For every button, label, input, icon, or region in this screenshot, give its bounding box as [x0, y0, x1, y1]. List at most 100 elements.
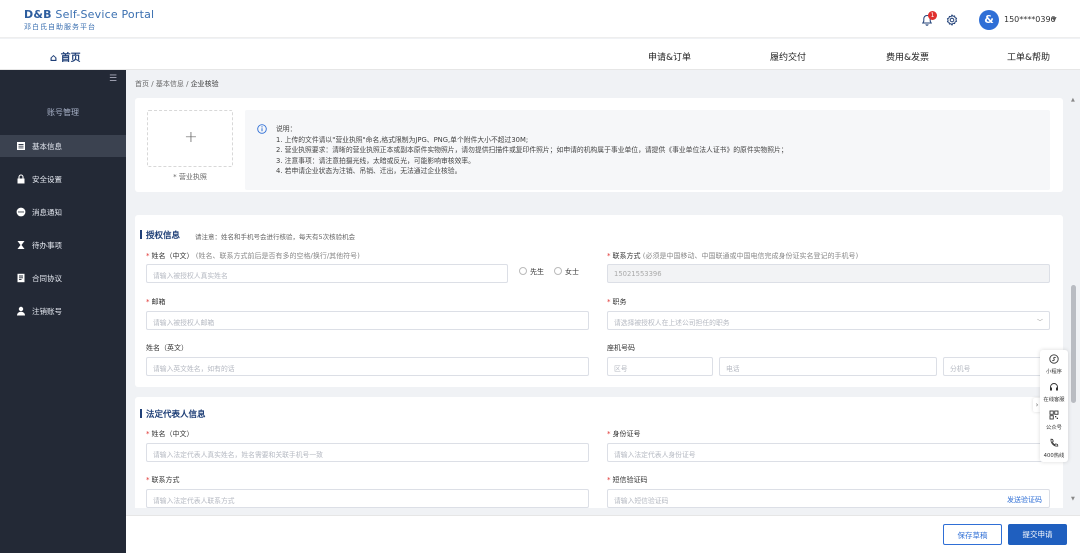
auth-phone-input[interactable]: 15021553396	[607, 264, 1050, 283]
sidebar-item-deactivate[interactable]: 注销账号	[0, 300, 126, 322]
note-line: 说明：	[276, 125, 297, 133]
sidebar-item-notifications[interactable]: 消息通知	[0, 201, 126, 223]
document-icon	[17, 142, 25, 150]
upload-card: + * 营业执照 说明： 1. 上传的文件请以"营业执照"命名,格式限制为JPG…	[135, 98, 1063, 192]
legal-contact-input[interactable]: 请输入法定代表人联系方式	[146, 489, 589, 508]
sidebar-item-label: 注销账号	[32, 307, 62, 316]
email-label: * 邮箱	[146, 298, 166, 306]
phone-icon	[1050, 438, 1059, 447]
contract-icon	[17, 273, 25, 283]
avatar[interactable]: &	[979, 10, 999, 30]
breadcrumb-home[interactable]: 首页	[135, 80, 149, 88]
breadcrumb-basic-info[interactable]: 基本信息	[156, 80, 184, 88]
hourglass-icon	[17, 241, 25, 249]
logo-brand: D&B	[24, 8, 52, 21]
scrollbar[interactable]: ▲ ▼	[1071, 97, 1076, 503]
legal-section-title: 法定代表人信息	[140, 409, 206, 420]
scroll-down-icon[interactable]: ▼	[1071, 496, 1075, 502]
home-icon: ⌂	[50, 53, 58, 64]
chat-icon	[16, 207, 26, 217]
telephone-input[interactable]: 电话	[719, 357, 937, 376]
chevron-down-icon[interactable]: ▼	[1052, 16, 1057, 23]
en-name-label: 姓名（英文）	[146, 344, 188, 352]
sms-code-label: * 短信验证码	[607, 476, 648, 484]
float-item-miniprogram[interactable]: 小程序	[1040, 350, 1068, 378]
plus-icon: +	[184, 127, 198, 146]
lock-icon	[17, 174, 25, 184]
auth-section-title: 授权信息	[139, 230, 181, 241]
sidebar-section-title: 账号管理	[47, 108, 79, 117]
user-icon	[17, 306, 25, 316]
logo-subtitle: 邓白氏自助服务平台	[24, 23, 96, 31]
legal-contact-label: * 联系方式	[146, 476, 180, 484]
breadcrumb-current: 企业核验	[190, 80, 219, 88]
position-label: * 职务	[607, 298, 627, 306]
sidebar-item-contracts[interactable]: 合同协议	[0, 267, 126, 289]
notification-badge: 1	[928, 11, 937, 20]
headset-icon	[1050, 383, 1058, 391]
legal-name-label: * 姓名（中文）	[146, 430, 194, 438]
gear-icon[interactable]	[946, 14, 958, 26]
nav-tickets-help[interactable]: 工单&帮助	[1007, 50, 1050, 63]
instructions-box: 说明： 1. 上传的文件请以"营业执照"命名,格式限制为JPG、PNG,单个附件…	[245, 110, 1050, 190]
legal-name-input[interactable]: 请输入法定代表人真实姓名，姓名需要和关联手机号一致	[146, 443, 589, 462]
info-icon	[257, 124, 267, 134]
note-line: 3. 注意事项：请注意拍摄光线，太暗或反光，可能影响审核效率。	[276, 156, 475, 165]
submit-button[interactable]: 提交申请	[1008, 524, 1067, 545]
auth-info-card: 授权信息 请注意：姓名和手机号会进行核验，每天有5次核验机会 * 姓名（中文） (…	[135, 215, 1063, 387]
top-bar: D&B Self-Sevice Portal 邓白氏自助服务平台 1 & 150…	[0, 0, 1080, 38]
logo[interactable]: D&B Self-Sevice Portal 邓白氏自助服务平台	[24, 8, 154, 32]
float-service-panel: 小程序 在线客服 公众号 400热线	[1040, 350, 1068, 462]
note-line: 1. 上传的文件请以"营业执照"命名,格式限制为JPG、PNG,单个附件大小不超…	[276, 135, 529, 144]
sidebar-item-label: 合同协议	[32, 274, 62, 283]
float-item-hotline[interactable]: 400热线	[1040, 434, 1068, 462]
sidebar-item-label: 基本信息	[32, 142, 62, 151]
float-item-wechat-account[interactable]: 公众号	[1040, 406, 1068, 434]
logo-text: Self-Sevice Portal	[51, 8, 155, 21]
nav-fees-invoices[interactable]: 费用&发票	[886, 50, 929, 63]
note-line: 2. 营业执照要求：清晰的营业执照正本或副本原件实物照片，请勿提供扫描件或复印件…	[276, 146, 788, 154]
sidebar-item-label: 待办事项	[32, 241, 62, 250]
bottom-action-bar: 保存草稿 提交申请	[126, 515, 1080, 553]
note-line: 4. 若申请企业状态为注销、吊销、迁出，无法通过企业核验。	[276, 167, 462, 175]
auth-section-tip: 请注意：姓名和手机号会进行核验，每天有5次核验机会	[195, 233, 356, 241]
auth-name-input[interactable]: 请输入被授权人真实姓名	[146, 264, 508, 283]
menu-toggle-icon[interactable]: ☰	[109, 74, 117, 84]
id-number-input[interactable]: 请输入法定代表人身份证号	[607, 443, 1050, 462]
sidebar-item-label: 消息通知	[32, 208, 62, 217]
landline-label: 座机号码	[607, 344, 635, 352]
sidebar-item-security[interactable]: 安全设置	[0, 168, 126, 190]
sidebar-item-basic-info[interactable]: 基本信息	[0, 135, 126, 157]
save-draft-button[interactable]: 保存草稿	[943, 524, 1002, 545]
main-nav: ⌂ 首页 申请&订单 履约交付 费用&发票 工单&帮助	[0, 39, 1080, 70]
legal-rep-card: 法定代表人信息 * 姓名（中文） 请输入法定代表人真实姓名，姓名需要和关联手机号一…	[135, 397, 1063, 508]
scroll-up-icon[interactable]: ▲	[1071, 97, 1075, 103]
position-select[interactable]: 请选择被授权人在上述公司担任的职务 ﹀	[607, 311, 1050, 330]
nav-delivery[interactable]: 履约交付	[770, 50, 806, 63]
sidebar: ☰ 账号管理 基本信息 安全设置 消息通知 待办事项 合同协议 注销账号	[0, 70, 126, 553]
auth-en-name-input[interactable]: 请输入英文姓名，如有的话	[146, 357, 589, 376]
main-content[interactable]: + * 营业执照 说明： 1. 上传的文件请以"营业执照"命名,格式限制为JPG…	[135, 98, 1063, 508]
nav-applications-orders[interactable]: 申请&订单	[648, 50, 691, 63]
user-phone[interactable]: 150****0396	[1004, 15, 1056, 24]
float-item-online-service[interactable]: 在线客服	[1040, 378, 1068, 406]
license-upload-box[interactable]: +	[147, 110, 233, 167]
sidebar-item-todos[interactable]: 待办事项	[0, 234, 126, 256]
gender-female-radio[interactable]: 女士	[554, 267, 579, 277]
id-number-label: * 身份证号	[607, 430, 641, 438]
name-cn-label: * 姓名（中文） (姓名、联系方式前后是否有多的空格/换行/其他符号)	[146, 252, 360, 260]
extension-input[interactable]: 分机号	[943, 357, 1050, 376]
scrollbar-thumb[interactable]	[1071, 285, 1076, 403]
gender-male-radio[interactable]: 先生	[519, 267, 544, 277]
area-code-input[interactable]: 区号	[607, 357, 713, 376]
sms-code-input[interactable]: 请输入短信验证码 发送验证码	[607, 489, 1050, 508]
nav-home[interactable]: ⌂ 首页	[50, 49, 81, 64]
breadcrumb: 首页 / 基本信息 / 企业核验	[135, 80, 219, 88]
auth-email-input[interactable]: 请输入被授权人邮箱	[146, 311, 589, 330]
send-code-button[interactable]: 发送验证码	[1007, 495, 1042, 505]
chevron-down-icon: ﹀	[1036, 319, 1043, 326]
miniprogram-icon	[1049, 354, 1059, 364]
phone-label: * 联系方式 (必须是中国移动、中国联通或中国电信完成身份证实名登记的手机号)	[607, 252, 859, 260]
qrcode-icon	[1049, 410, 1059, 420]
sidebar-item-label: 安全设置	[32, 175, 62, 184]
